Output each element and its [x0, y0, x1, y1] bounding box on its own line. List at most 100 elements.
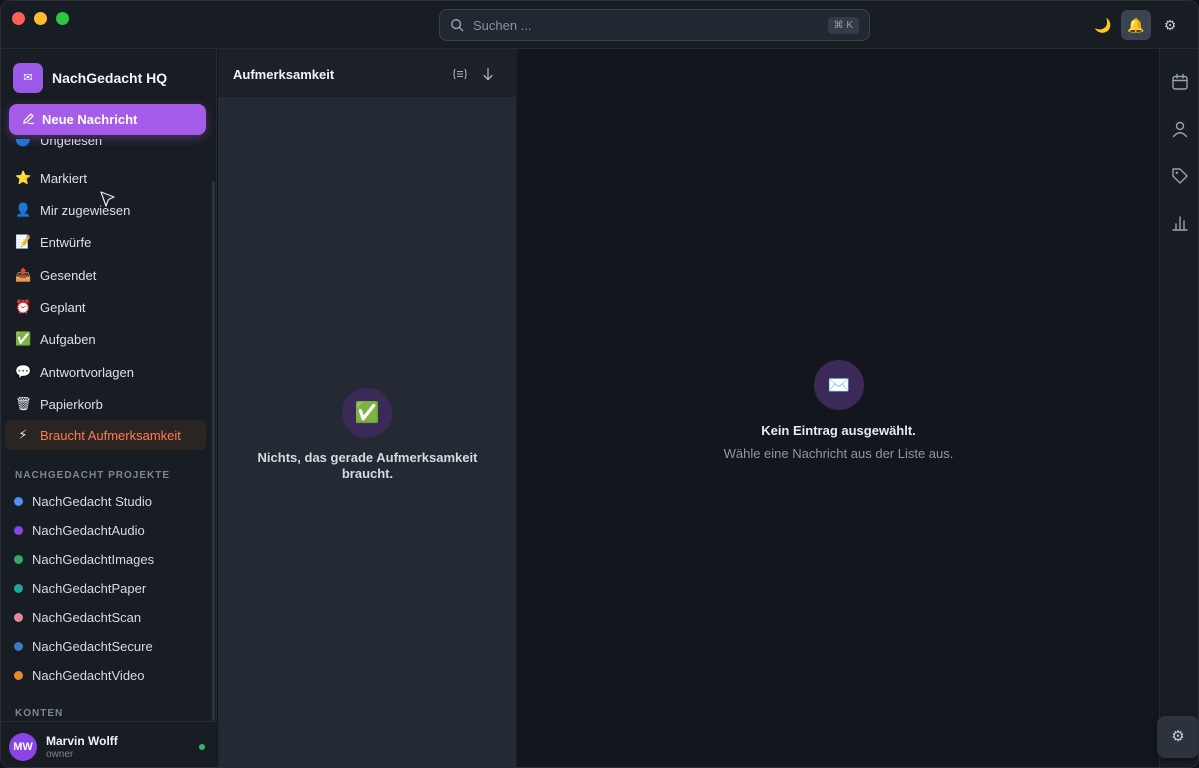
settings-button[interactable]: ⚙ [1155, 10, 1185, 40]
user-role: owner [46, 749, 74, 760]
online-status-dot [199, 744, 205, 750]
close-window-button[interactable] [12, 12, 25, 25]
sidebar-item-starred[interactable]: ⭐ Markiert [5, 163, 206, 193]
sort-button[interactable] [479, 65, 497, 83]
project-label: NachGedachtScan [32, 610, 142, 625]
sidebar-item-unread[interactable]: 🔵 Ungelesen [5, 139, 206, 153]
tag-icon[interactable] [1170, 166, 1190, 186]
sidebar-item-label: Mir zugewiesen [40, 203, 131, 218]
alarm-clock-icon: ⏰ [15, 299, 32, 314]
sidebar-item-label: Aufgaben [40, 332, 96, 347]
search-shortcut-badge: ⌘ K [827, 17, 859, 34]
project-item-video[interactable]: NachGedachtVideo [5, 662, 206, 688]
notifications-button[interactable]: 🔔 [1121, 10, 1151, 40]
user-name: Marvin Wolff [46, 734, 118, 748]
project-item-audio[interactable]: NachGedachtAudio [5, 517, 206, 543]
project-item-studio[interactable]: NachGedacht Studio [5, 488, 206, 514]
check-mark-icon: ✅ [15, 331, 32, 346]
project-item-secure[interactable]: NachGedachtSecure [5, 633, 206, 659]
zoom-window-button[interactable] [56, 12, 69, 25]
sidebar-item-sent[interactable]: 📤 Gesendet [5, 260, 206, 290]
sidebar-item-label: Markiert [40, 171, 87, 186]
project-color-dot [14, 584, 23, 593]
search-icon [451, 19, 464, 32]
envelope-icon: ✉️ [814, 360, 864, 410]
project-color-dot [14, 613, 23, 622]
list-title: Aufmerksamkeit [233, 67, 335, 82]
trash-icon: 🗑 [15, 396, 32, 411]
project-color-dot [14, 497, 23, 506]
gear-icon: ⚙ [1163, 17, 1177, 33]
sidebar-item-label: Papierkorb [40, 397, 103, 412]
project-item-paper[interactable]: NachGedachtPaper [5, 575, 206, 601]
accounts-section-label: KONTEN [15, 708, 64, 719]
projects-section-label: NACHGEDACHT PROJEKTE [15, 470, 171, 481]
project-color-dot [14, 671, 23, 680]
user-profile[interactable]: MW Marvin Wolff owner [1, 721, 217, 767]
sidebar-scrollbar[interactable] [212, 181, 215, 721]
sidebar-item-label: Entwürfe [40, 235, 92, 250]
project-label: NachGedachtVideo [32, 668, 145, 683]
sidebar-item-tasks[interactable]: ✅ Aufgaben [5, 324, 206, 354]
check-mark-icon: ✅ [342, 388, 392, 438]
bell-icon: 🔔 [1127, 17, 1145, 33]
project-label: NachGedachtPaper [32, 581, 147, 596]
list-header: Aufmerksamkeit [218, 49, 517, 97]
project-label: NachGedachtAudio [32, 523, 145, 538]
speech-bubble-icon: 💬 [15, 364, 32, 379]
new-message-label: Neue Nachricht [42, 112, 138, 127]
contact-icon[interactable] [1170, 119, 1190, 139]
sidebar-item-scheduled[interactable]: ⏰ Geplant [5, 292, 206, 322]
project-label: NachGedachtSecure [32, 639, 153, 654]
empty-detail-subtitle: Wähle eine Nachricht aus der Liste aus. [723, 446, 954, 461]
project-label: NachGedachtImages [32, 552, 155, 567]
title-bar: Suchen ... ⌘ K 🌙 🔔 ⚙ [1, 1, 1198, 49]
org-name[interactable]: NachGedacht HQ [52, 70, 167, 86]
filter-icon [453, 68, 467, 80]
star-icon: ⭐ [15, 170, 32, 185]
theme-toggle-button[interactable]: 🌙 [1088, 10, 1118, 40]
sidebar-item-label: Gesendet [40, 268, 97, 283]
sidebar-item-templates[interactable]: 💬 Antwortvorlagen [5, 357, 206, 387]
app-window: Suchen ... ⌘ K 🌙 🔔 ⚙ ✉ NachGedacht HQ 🔵 … [0, 0, 1199, 768]
sidebar-item-label: Braucht Aufmerksamkeit [40, 428, 181, 443]
minimize-window-button[interactable] [34, 12, 47, 25]
avatar: MW [9, 733, 37, 761]
empty-detail-title: Kein Eintrag ausgewählt. [761, 423, 916, 438]
search-input[interactable]: Suchen ... [473, 18, 532, 33]
project-item-scan[interactable]: NachGedachtScan [5, 604, 206, 630]
sidebar-item-label: Geplant [40, 300, 86, 315]
outbox-icon: 📤 [15, 267, 32, 282]
message-detail-panel: ✉️ Kein Eintrag ausgewählt. Wähle eine N… [518, 49, 1159, 767]
user-icon: 👤 [15, 202, 32, 217]
floating-settings-button[interactable]: ⚙ [1157, 716, 1198, 758]
project-color-dot [14, 555, 23, 564]
project-color-dot [14, 642, 23, 651]
project-item-images[interactable]: NachGedachtImages [5, 546, 206, 572]
empty-state-text: Nichts, das gerade Aufmerksamkeit brauch… [257, 450, 478, 481]
lightning-icon: ⚡ [18, 427, 28, 442]
gear-icon: ⚙ [1171, 728, 1185, 745]
moon-icon: 🌙 [1094, 17, 1112, 33]
search-bar[interactable]: Suchen ... ⌘ K [439, 9, 870, 41]
org-logo-icon[interactable]: ✉ [13, 63, 43, 93]
pencil-icon [23, 113, 35, 125]
sidebar-item-label: Ungelesen [40, 139, 103, 148]
mouse-cursor-icon [100, 191, 115, 207]
sidebar-item-attention[interactable]: ⚡ Braucht Aufmerksamkeit [5, 420, 206, 450]
sidebar: ✉ NachGedacht HQ 🔵 Ungelesen Neue Nachri… [1, 49, 217, 767]
calendar-icon[interactable] [1170, 72, 1190, 92]
memo-icon: 📝 [15, 234, 32, 249]
project-color-dot [14, 526, 23, 535]
project-label: NachGedacht Studio [32, 494, 152, 509]
sidebar-item-label: Antwortvorlagen [40, 365, 134, 380]
message-list-panel: Aufmerksamkeit ✅ Nichts, das gerade Aufm… [218, 49, 517, 767]
new-message-button[interactable]: Neue Nachricht [9, 104, 206, 135]
unread-icon: 🔵 [15, 139, 32, 147]
filter-button[interactable] [451, 65, 469, 83]
sidebar-item-trash[interactable]: 🗑 Papierkorb [5, 389, 206, 419]
bar-chart-icon[interactable] [1170, 213, 1190, 233]
right-rail [1159, 49, 1198, 767]
arrow-down-icon [483, 67, 493, 81]
sidebar-item-drafts[interactable]: 📝 Entwürfe [5, 227, 206, 257]
